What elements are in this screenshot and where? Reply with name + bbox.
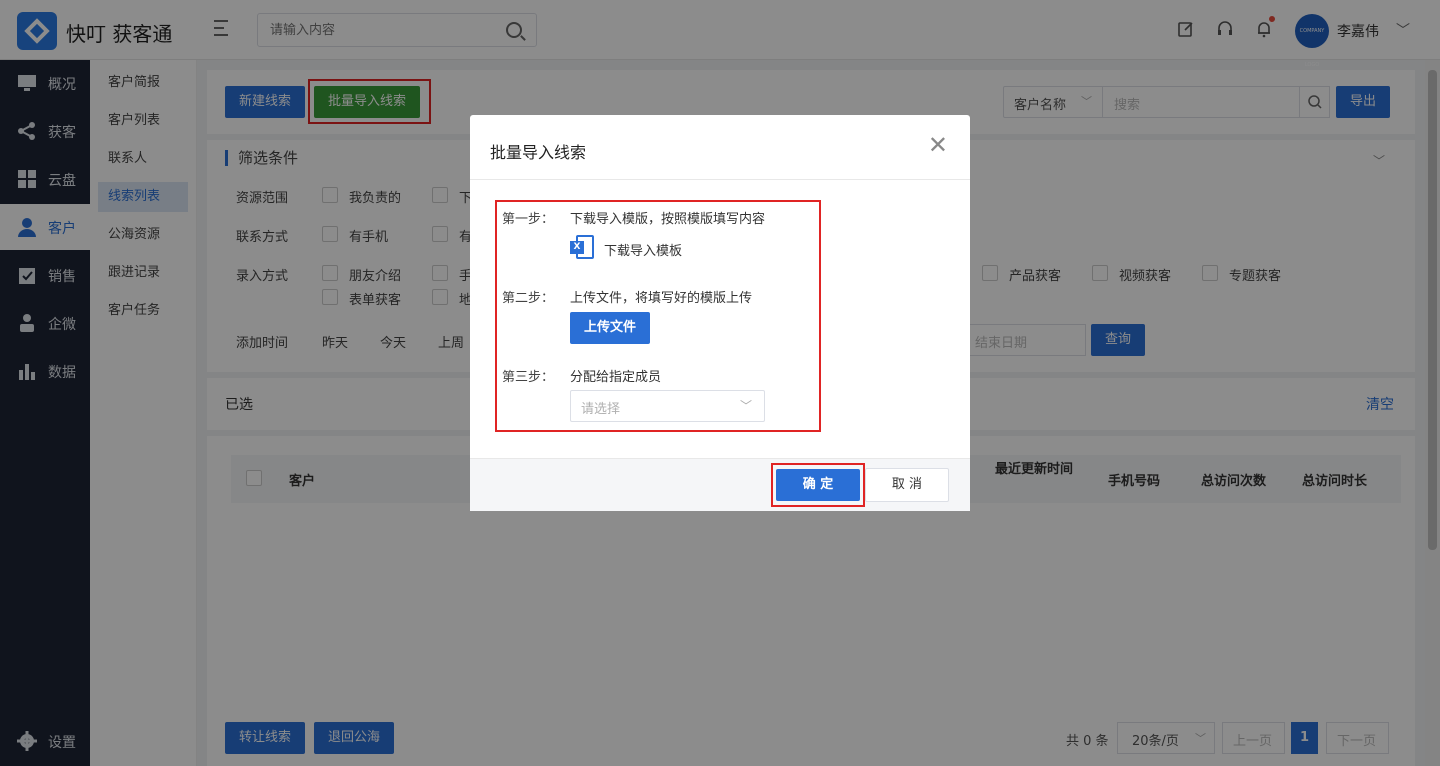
step2-text: 上传文件，将填写好的模版上传 xyxy=(570,291,753,306)
step3-label: 第三步： xyxy=(502,370,555,385)
step1-text: 下载导入模版，按照模版填写内容 xyxy=(570,212,766,227)
member-select-placeholder: 请选择 xyxy=(581,402,621,417)
close-icon[interactable]: ✕ xyxy=(928,133,948,157)
cancel-button[interactable]: 取 消 xyxy=(865,468,949,502)
batch-import-dialog: 批量导入线索 ✕ 第一步： 下载导入模版，按照模版填写内容 X 下载导入模板 第… xyxy=(470,115,970,511)
member-select[interactable]: 请选择 ﹀ xyxy=(570,390,765,422)
download-template-link[interactable]: 下载导入模板 xyxy=(604,240,682,259)
upload-file-button[interactable]: 上传文件 xyxy=(570,312,651,344)
chevron-down-icon: ﹀ xyxy=(739,399,752,413)
step1-label: 第一步： xyxy=(502,212,555,227)
dialog-footer: 确 定 取 消 xyxy=(470,458,970,511)
confirm-highlight-box xyxy=(771,463,865,507)
excel-icon: X xyxy=(570,235,594,259)
dialog-title: 批量导入线索 xyxy=(490,143,587,162)
step2-label: 第二步： xyxy=(502,291,555,306)
dialog-divider xyxy=(470,179,970,180)
step3-text: 分配给指定成员 xyxy=(570,370,662,385)
